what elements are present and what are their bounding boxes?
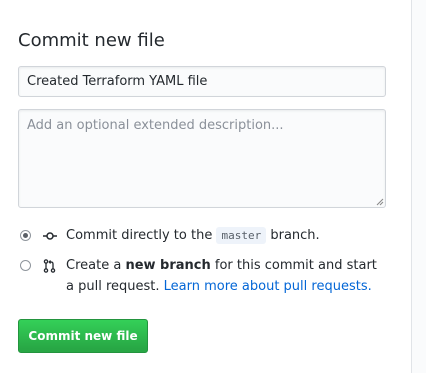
right-gutter [412, 0, 426, 373]
resize-grip-icon[interactable] [376, 198, 384, 206]
new-branch-radio[interactable] [20, 260, 31, 271]
git-commit-icon [43, 232, 57, 240]
commit-page: Commit new file Commit directly to the m… [0, 0, 426, 373]
commit-direct-prefix: Commit directly to the [66, 228, 213, 243]
commit-title: Commit new file [18, 30, 165, 51]
commit-summary-input[interactable] [18, 66, 386, 97]
commit-direct-radio[interactable] [20, 230, 31, 241]
branch-name-badge: master [216, 227, 267, 244]
commit-new-file-button[interactable]: Commit new file [18, 319, 148, 353]
commit-panel: Commit new file Commit directly to the m… [0, 0, 411, 373]
git-pull-request-icon [43, 259, 56, 273]
new-branch-prefix: Create a [66, 258, 122, 273]
commit-description-textarea[interactable] [18, 109, 386, 208]
commit-direct-label: Commit directly to the master branch. [66, 225, 320, 246]
new-branch-label: Create a new branch for this commit and … [66, 255, 386, 297]
new-branch-bold: new branch [125, 258, 211, 273]
commit-direct-suffix: branch. [270, 228, 320, 243]
learn-more-pull-requests-link[interactable]: Learn more about pull requests. [164, 279, 372, 294]
